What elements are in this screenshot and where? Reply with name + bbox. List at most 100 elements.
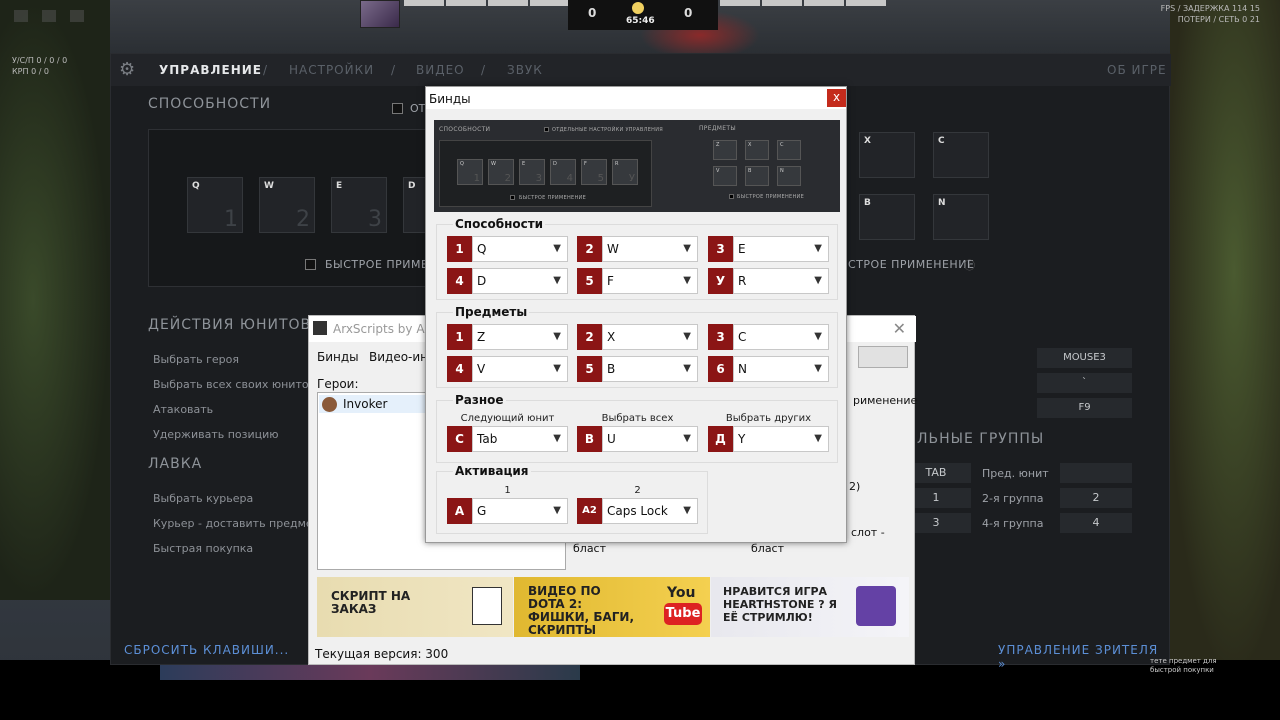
- close-icon[interactable]: ✕: [893, 319, 906, 338]
- dire-score: 0: [684, 6, 693, 20]
- bind-badge: У: [708, 268, 733, 294]
- preview-item-slot: B: [745, 166, 769, 186]
- tab-controls[interactable]: УПРАВЛЕНИЕ: [159, 63, 262, 77]
- bind-dropdown[interactable]: 4 V ▼: [447, 356, 568, 382]
- preview-items-label: ПРЕДМЕТЫ: [699, 125, 736, 132]
- tab-about[interactable]: ОБ ИГРЕ: [1107, 63, 1167, 77]
- bind-badge: 5: [577, 356, 602, 382]
- separate-controls-checkbox[interactable]: [392, 103, 403, 114]
- preview-checkbox: [729, 194, 734, 199]
- slot-key: Q: [192, 181, 200, 191]
- bind-dropdown[interactable]: 5 F ▼: [577, 268, 698, 294]
- ability-slot[interactable]: E3: [331, 177, 387, 233]
- nav-separator: /: [263, 63, 269, 77]
- bind-dropdown[interactable]: A2 Caps Lock ▼: [577, 498, 698, 524]
- chevron-down-icon: ▼: [683, 275, 691, 286]
- menu-binds[interactable]: Бинды: [317, 350, 359, 364]
- bind-dropdown[interactable]: У R ▼: [708, 268, 829, 294]
- banner-youtube[interactable]: ВИДЕО ПО DOTA 2: ФИШКИ, БАГИ, СКРИПТЫ Yo…: [514, 577, 710, 637]
- menu-icon[interactable]: [14, 10, 28, 22]
- chevron-down-icon: ▼: [683, 433, 691, 444]
- binds-title-bar[interactable]: Бинды x: [426, 87, 846, 109]
- youtube-logo-bottom: Tube: [664, 603, 702, 625]
- banner-twitch[interactable]: НРАВИТСЯ ИГРА HEARTHSTONE ? Я ЕЁ СТРИМЛЮ…: [711, 577, 909, 637]
- bind-dropdown[interactable]: В U ▼: [577, 426, 698, 452]
- quickcast-items-label: СТРОЕ ПРИМЕНЕНИЕ: [848, 258, 975, 271]
- settings-nav: ⚙ УПРАВЛЕНИЕ / НАСТРОЙКИ / ВИДЕО / ЗВУК …: [111, 54, 1171, 86]
- bind-dropdown[interactable]: 4 D ▼: [447, 268, 568, 294]
- group-key[interactable]: 4: [1060, 513, 1132, 533]
- keybind-value[interactable]: `: [1037, 373, 1132, 393]
- bind-dropdown[interactable]: 2 X ▼: [577, 324, 698, 350]
- heroes-label: Герои:: [317, 377, 359, 391]
- group-title: Способности: [453, 217, 546, 231]
- chevron-down-icon: ▼: [814, 363, 822, 374]
- bind-dropdown[interactable]: A G ▼: [447, 498, 568, 524]
- list-icon[interactable]: [70, 10, 84, 22]
- bind-badge: A2: [577, 498, 602, 524]
- bind-value: Caps Lock: [607, 504, 668, 518]
- action-label: Курьер - доставить предмет: [153, 517, 320, 530]
- bind-caption: 2: [634, 485, 641, 496]
- preview-slot: D4: [550, 159, 576, 185]
- slot-key: D: [408, 181, 416, 191]
- unit-actions-title: ДЕЙСТВИЯ ЮНИТОВ: [148, 317, 312, 333]
- tab-video[interactable]: ВИДЕО: [416, 63, 465, 77]
- bind-dropdown[interactable]: С Tab ▼: [447, 426, 568, 452]
- toolbar-button[interactable]: [858, 346, 908, 368]
- preview-key: B: [748, 168, 752, 174]
- bind-dropdown[interactable]: 3 C ▼: [708, 324, 829, 350]
- bind-dropdown[interactable]: 6 N ▼: [708, 356, 829, 382]
- chevron-down-icon: ▼: [553, 505, 561, 516]
- preview-slot: E3: [519, 159, 545, 185]
- bind-badge: 3: [708, 324, 733, 350]
- banner-custom-script[interactable]: СКРИПТ НА ЗАКАЗ: [317, 577, 513, 637]
- nav-separator: /: [481, 63, 487, 77]
- bind-value: X: [607, 330, 616, 344]
- item-slot[interactable]: B: [859, 194, 915, 240]
- ability-slot[interactable]: Q1: [187, 177, 243, 233]
- tab-options[interactable]: НАСТРОЙКИ: [289, 63, 374, 77]
- bind-dropdown[interactable]: 3 E ▼: [708, 236, 829, 262]
- ability-slot[interactable]: W2: [259, 177, 315, 233]
- hero-portrait[interactable]: [360, 0, 400, 28]
- youtube-logo-top: You: [667, 585, 696, 601]
- group-key[interactable]: 2: [1060, 488, 1132, 508]
- bind-dropdown[interactable]: 5 B ▼: [577, 356, 698, 382]
- close-button[interactable]: x: [827, 89, 846, 107]
- preview-num: 3: [535, 173, 542, 184]
- settings-icon[interactable]: [42, 10, 56, 22]
- quickcast-checkbox[interactable]: [305, 259, 316, 270]
- bind-dropdown[interactable]: 1 Q ▼: [447, 236, 568, 262]
- shop-hint: тете предмет для быстрой покупки: [1150, 657, 1217, 674]
- preview-item-slot: X: [745, 140, 769, 160]
- bind-value: R: [738, 274, 747, 288]
- tab-audio[interactable]: ЗВУК: [507, 63, 543, 77]
- item-slot[interactable]: X: [859, 132, 915, 178]
- option-label: 2): [849, 480, 861, 493]
- item-slot[interactable]: C: [933, 132, 989, 178]
- info-icon: ⓘ: [964, 259, 975, 272]
- bind-value: N: [738, 362, 747, 376]
- spectator-controls-link[interactable]: УПРАВЛЕНИЕ ЗРИТЕЛЯ »: [998, 643, 1169, 671]
- reset-keys-link[interactable]: СБРОСИТЬ КЛАВИШИ...: [124, 643, 289, 657]
- group-label: 4-я группа: [982, 517, 1044, 530]
- keybind-value[interactable]: F9: [1037, 398, 1132, 418]
- shop-title: ЛАВКА: [148, 456, 203, 472]
- bind-value: E: [738, 242, 746, 256]
- group-key[interactable]: [1060, 463, 1132, 483]
- bind-badge: 4: [447, 268, 472, 294]
- bind-value: Tab: [477, 432, 498, 446]
- bind-badge: С: [447, 426, 472, 452]
- bind-badge: Д: [708, 426, 733, 452]
- bind-badge: 1: [447, 324, 472, 350]
- option-label: бласт: [751, 542, 785, 555]
- bind-value: Q: [477, 242, 487, 256]
- bind-caption: Следующий юнит: [460, 413, 555, 424]
- preview-key: N: [780, 168, 784, 174]
- bind-dropdown[interactable]: 1 Z ▼: [447, 324, 568, 350]
- bind-dropdown[interactable]: Д Y ▼: [708, 426, 829, 452]
- keybind-value[interactable]: MOUSE3: [1037, 348, 1132, 368]
- bind-dropdown[interactable]: 2 W ▼: [577, 236, 698, 262]
- item-slot[interactable]: N: [933, 194, 989, 240]
